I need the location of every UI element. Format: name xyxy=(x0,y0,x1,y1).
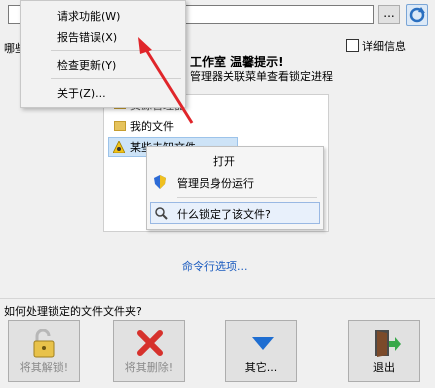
exit-label: 退出 xyxy=(373,361,395,374)
command-line-link[interactable]: 命令行选项... xyxy=(182,258,248,274)
demo-folder-2: 我的文件 xyxy=(130,120,174,133)
tip-text: 管理器关联菜单查看锁定进程 xyxy=(190,70,333,83)
down-arrow-icon xyxy=(252,337,274,350)
detail-checkbox[interactable]: 详细信息 xyxy=(346,38,406,54)
ctx-admin: 管理员身份运行 xyxy=(177,177,254,190)
delete-label: 将其删除! xyxy=(124,361,174,374)
refresh-icon xyxy=(409,7,425,23)
menu-separator xyxy=(51,78,181,79)
unlock-button[interactable]: 将其解锁! xyxy=(8,320,80,382)
menu-item-report-bug[interactable]: 报告错误(X) xyxy=(57,29,117,45)
help-dropdown-menu: 请求功能(W) 报告错误(X) 检查更新(Y) 关于(Z)... xyxy=(20,0,186,108)
unlock-label: 将其解锁! xyxy=(19,361,69,374)
unlock-icon xyxy=(33,329,55,358)
other-button[interactable]: 其它... xyxy=(225,320,297,382)
howto-label: 如何处理锁定的文件文件夹? xyxy=(4,305,142,318)
checkbox-box[interactable] xyxy=(346,39,359,52)
magnifier-icon xyxy=(155,207,168,220)
exit-door-icon xyxy=(375,330,401,357)
ctx-open: 打开 xyxy=(213,155,235,168)
context-menu-demo: 打开 管理员身份运行 什么锁定了该文件? xyxy=(146,146,324,230)
ctx-what-locked: 什么锁定了该文件? xyxy=(177,208,271,221)
ctx-separator xyxy=(177,197,317,198)
menu-item-about[interactable]: 关于(Z)... xyxy=(57,85,106,101)
delete-x-icon xyxy=(137,330,163,356)
menu-separator xyxy=(51,50,181,51)
browse-button[interactable]: ... xyxy=(378,5,400,24)
other-label: 其它... xyxy=(244,361,278,374)
folder-icon xyxy=(114,121,126,131)
shield-icon xyxy=(154,175,166,189)
go-button[interactable] xyxy=(406,4,428,26)
hazard-file-icon xyxy=(113,141,125,153)
detail-label: 详细信息 xyxy=(362,40,406,53)
menu-item-request-feature[interactable]: 请求功能(W) xyxy=(57,8,120,24)
menu-item-check-update[interactable]: 检查更新(Y) xyxy=(57,57,116,73)
divider xyxy=(0,298,435,299)
exit-button[interactable]: 退出 xyxy=(348,320,420,382)
delete-button[interactable]: 将其删除! xyxy=(113,320,185,382)
